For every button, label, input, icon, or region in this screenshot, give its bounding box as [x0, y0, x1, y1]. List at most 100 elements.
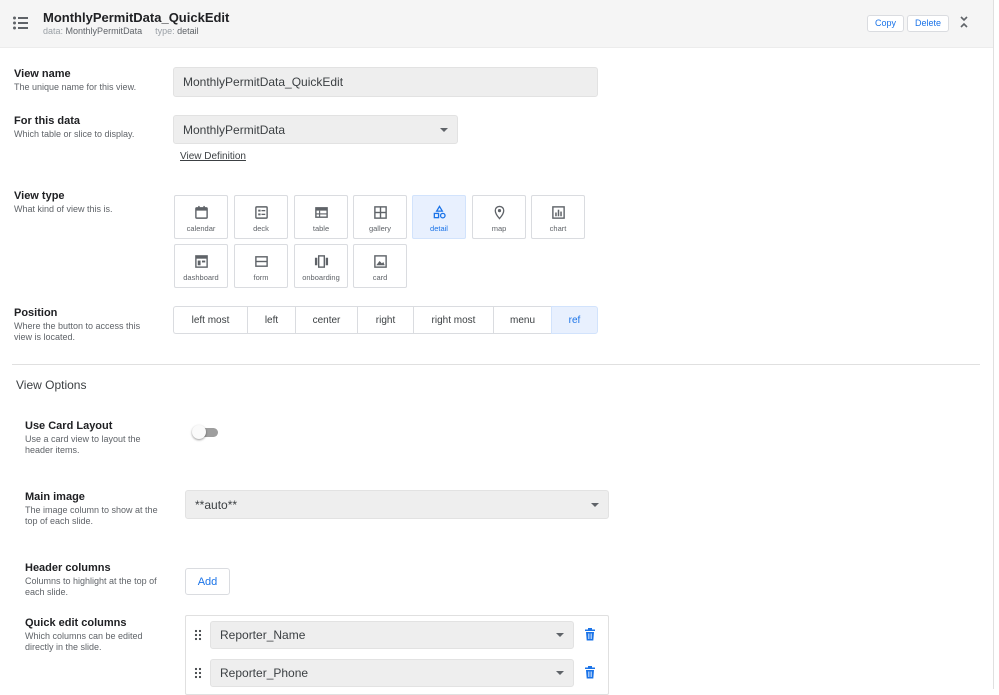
quick-edit-column-select[interactable]: Reporter_Name	[210, 621, 574, 649]
delete-button[interactable]: Delete	[907, 15, 950, 32]
view-meta: data: MonthlyPermitData type: detail	[43, 26, 199, 36]
main-image-label: Main image	[25, 491, 85, 503]
view-type-label: View type	[14, 190, 65, 202]
card-layout-description-line2: header items.	[25, 445, 80, 455]
position-ref[interactable]: ref	[551, 306, 598, 334]
card-layout-description-line1: Use a card view to layout the	[25, 434, 141, 444]
data-meta-label: data:	[43, 26, 64, 36]
copy-button[interactable]: Copy	[867, 15, 905, 32]
main-image-description-line1: The image column to show at the	[25, 505, 158, 515]
view-type-label-card: card	[372, 273, 388, 282]
view-title: MonthlyPermitData_QuickEdit	[43, 10, 230, 25]
header-columns-description: Columns to highlight at the top of each …	[25, 576, 157, 598]
chart-icon	[552, 206, 565, 219]
view-type-label-deck: deck	[253, 224, 269, 233]
form-icon	[255, 256, 268, 267]
view-definition-link[interactable]: View Definition	[180, 151, 246, 162]
data-meta-value: MonthlyPermitData	[65, 26, 143, 36]
main-image-select[interactable]: **auto**	[185, 490, 609, 519]
add-header-column-button[interactable]: Add	[185, 568, 230, 595]
view-type-label-detail: detail	[430, 224, 448, 233]
delete-icon[interactable]	[584, 628, 596, 641]
position-description-line2: view is located.	[14, 332, 76, 342]
dropdown-caret-icon	[556, 633, 564, 637]
header-columns-description-line1: Columns to highlight at the top of	[25, 576, 157, 586]
view-type-label-form: form	[253, 273, 269, 282]
map-pin-icon	[494, 205, 505, 220]
position-menu[interactable]: menu	[493, 306, 551, 334]
view-type-description: What kind of view this is.	[14, 204, 113, 214]
table-icon	[315, 207, 328, 218]
view-type-onboarding[interactable]: onboarding	[294, 244, 348, 288]
view-type-form[interactable]: form	[234, 244, 288, 288]
type-meta-label: type:	[155, 26, 175, 36]
view-name-value: MonthlyPermitData_QuickEdit	[183, 75, 344, 89]
card-layout-description: Use a card view to layout the header ite…	[25, 434, 141, 456]
position-left[interactable]: left	[247, 306, 295, 334]
onboarding-icon	[314, 255, 329, 268]
view-name-description: The unique name for this view.	[14, 82, 137, 92]
main-image-description-line2: top of each slide.	[25, 516, 94, 526]
view-type-deck[interactable]: deck	[234, 195, 288, 239]
card-icon	[374, 255, 387, 268]
toggle-knob	[192, 425, 206, 439]
section-divider	[12, 364, 980, 365]
for-data-description: Which table or slice to display.	[14, 129, 135, 139]
view-type-chart[interactable]: chart	[531, 195, 585, 239]
view-type-gallery[interactable]: gallery	[353, 195, 407, 239]
view-name-input[interactable]: MonthlyPermitData_QuickEdit	[173, 67, 598, 97]
view-type-label-calendar: calendar	[186, 224, 216, 233]
view-header: MonthlyPermitData_QuickEdit data: Monthl…	[0, 0, 993, 48]
view-options-heading: View Options	[16, 378, 87, 392]
view-name-label: View name	[14, 68, 71, 80]
view-type-table[interactable]: table	[294, 195, 348, 239]
drag-handle-icon[interactable]	[194, 667, 202, 679]
for-data-label: For this data	[14, 115, 81, 127]
position-left-most[interactable]: left most	[173, 306, 247, 334]
position-right[interactable]: right	[357, 306, 413, 334]
calendar-icon	[195, 205, 208, 219]
header-columns-description-line2: each slide.	[25, 587, 69, 597]
position-description: Where the button to access this view is …	[14, 321, 140, 343]
position-description-line1: Where the button to access this	[14, 321, 141, 331]
for-data-value: MonthlyPermitData	[183, 122, 286, 137]
gallery-icon	[374, 206, 387, 219]
view-type-detail[interactable]: detail	[412, 195, 466, 239]
main-image-value: **auto**	[195, 497, 238, 512]
quick-edit-label: Quick edit columns	[25, 617, 127, 629]
card-layout-toggle[interactable]	[192, 425, 218, 439]
collapse-icon[interactable]	[957, 15, 971, 29]
quick-edit-column-value: Reporter_Name	[220, 628, 306, 642]
view-type-label-onboarding: onboarding	[302, 273, 340, 282]
detail-icon	[433, 205, 446, 219]
header-columns-label: Header columns	[25, 562, 111, 574]
list-icon[interactable]	[12, 14, 30, 32]
drag-handle-icon[interactable]	[194, 629, 202, 641]
dashboard-icon	[195, 255, 208, 268]
deck-icon	[255, 206, 268, 219]
quick-edit-description-line2: directly in the slide.	[25, 642, 102, 652]
view-type-label-gallery: gallery	[368, 224, 392, 233]
main-image-description: The image column to show at the top of e…	[25, 505, 158, 527]
for-data-select[interactable]: MonthlyPermitData	[173, 115, 458, 144]
dropdown-caret-icon	[556, 671, 564, 675]
position-right-most[interactable]: right most	[413, 306, 493, 334]
view-type-label-map: map	[491, 224, 507, 233]
quick-edit-column-value: Reporter_Phone	[220, 666, 309, 680]
quick-edit-column-select[interactable]: Reporter_Phone	[210, 659, 574, 687]
type-meta-value: detail	[177, 26, 199, 36]
dropdown-caret-icon	[440, 127, 448, 132]
delete-icon[interactable]	[584, 666, 596, 679]
view-type-label-chart: chart	[549, 224, 567, 233]
dropdown-caret-icon	[591, 502, 599, 507]
view-type-card[interactable]: card	[353, 244, 407, 288]
view-type-map[interactable]: map	[472, 195, 526, 239]
view-type-label-table: table	[312, 224, 330, 233]
card-layout-label: Use Card Layout	[25, 420, 113, 432]
view-editor-panel: MonthlyPermitData_QuickEdit data: Monthl…	[0, 0, 994, 695]
view-type-calendar[interactable]: calendar	[174, 195, 228, 239]
position-center[interactable]: center	[295, 306, 357, 334]
view-type-label-dashboard: dashboard	[183, 273, 219, 282]
view-type-dashboard[interactable]: dashboard	[174, 244, 228, 288]
quick-edit-description: Which columns can be edited directly in …	[25, 631, 143, 653]
